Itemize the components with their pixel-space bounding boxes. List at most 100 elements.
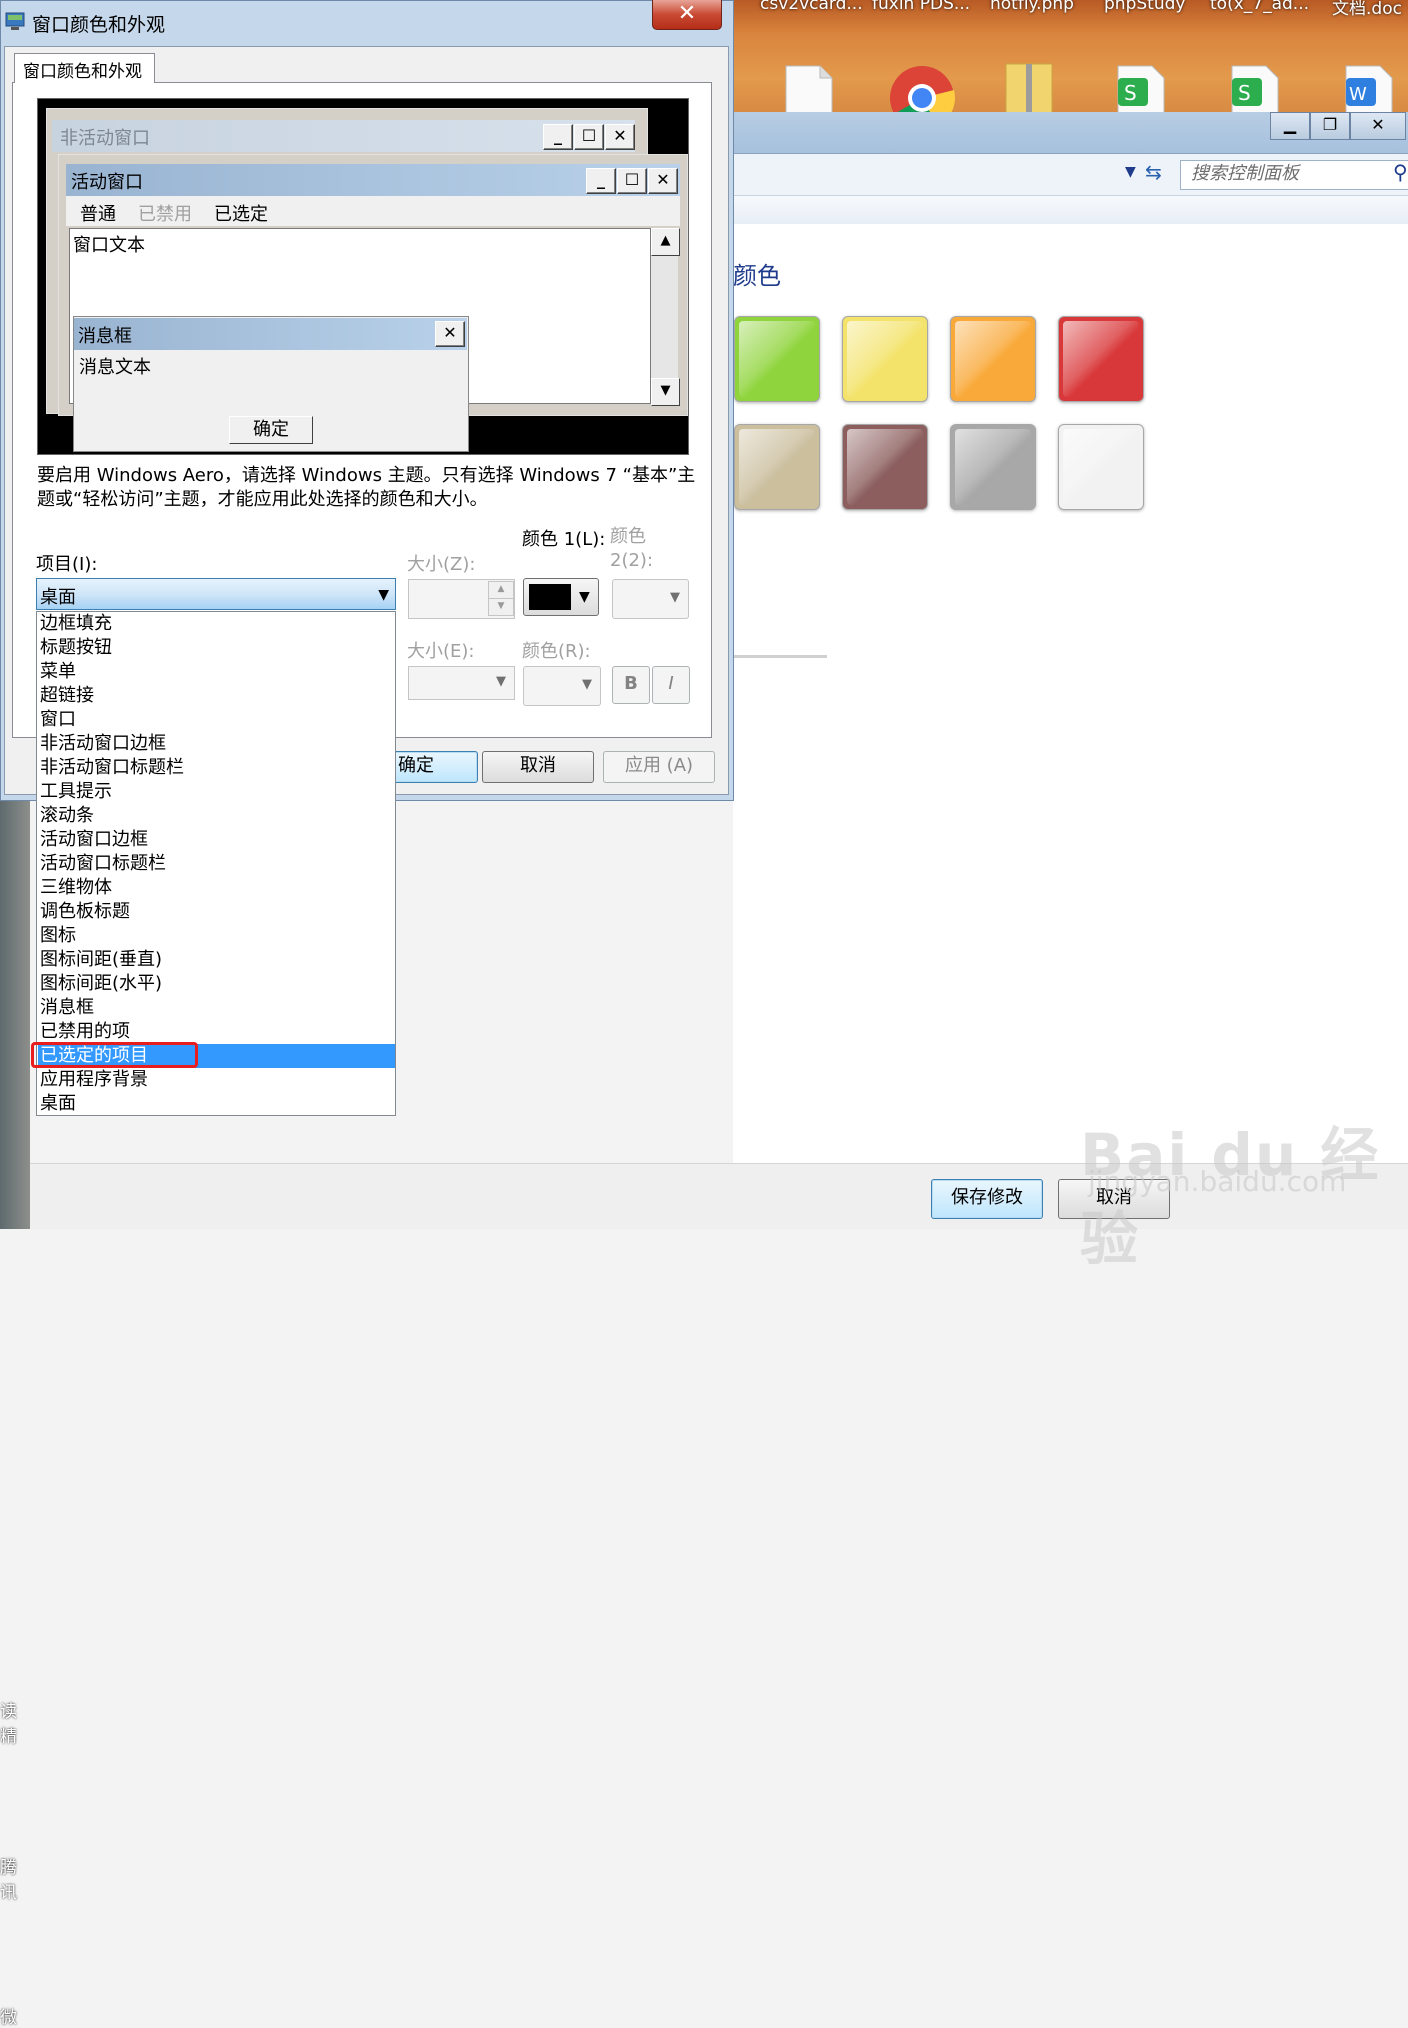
address-bar: ▼ ⇆ 搜索控制面板 ⚲ xyxy=(733,154,1408,196)
taskbar-item[interactable]: csv2vcard... xyxy=(760,0,863,14)
taskbar-item[interactable]: fuxin PDS... xyxy=(872,0,970,14)
taskbar-item[interactable]: 文档.doc xyxy=(1332,0,1402,19)
list-item[interactable]: 菜单 xyxy=(38,660,395,684)
minimize-icon: _ xyxy=(586,168,616,194)
spin-down-icon[interactable]: ▼ xyxy=(488,598,514,616)
desktop-icon-label[interactable]: 读精 xyxy=(0,1697,30,1747)
list-item[interactable]: 窗口 xyxy=(38,708,395,732)
preview-menubar[interactable]: 普通 已禁用 已选定 xyxy=(66,196,680,226)
size-spinner[interactable]: ▲ ▼ xyxy=(408,579,515,619)
list-item[interactable]: 图标间距(垂直) xyxy=(38,948,395,972)
desktop-icon-label[interactable]: 微 xyxy=(0,2003,17,2028)
maximize-icon: ☐ xyxy=(574,124,604,150)
baidu-watermark-url: jingyan.baidu.com xyxy=(1088,1165,1347,1198)
list-item[interactable]: 三维物体 xyxy=(38,876,395,900)
message-text: 消息文本 xyxy=(79,357,151,378)
list-item[interactable]: 应用程序背景 xyxy=(38,1068,395,1092)
minimize-button[interactable]: ▁ xyxy=(1270,112,1310,140)
color1-picker[interactable]: ▼ xyxy=(523,578,599,616)
close-icon: ✕ xyxy=(605,124,635,150)
minimize-icon: _ xyxy=(543,124,573,150)
inactive-window-title: 非活动窗口 xyxy=(60,128,150,149)
list-item[interactable]: 已禁用的项 xyxy=(38,1020,395,1044)
bold-button[interactable]: B xyxy=(612,666,650,704)
chevron-down-icon: ▼ xyxy=(582,677,592,692)
chevron-down-icon: ▼ xyxy=(579,589,590,605)
font-size-label: 大小(E): xyxy=(407,641,475,662)
annotation-highlight-box xyxy=(31,1042,198,1068)
refresh-icon[interactable]: ⇆ xyxy=(1145,160,1162,184)
font-color-picker[interactable]: ▼ xyxy=(523,666,601,706)
close-icon: ✕ xyxy=(648,168,678,194)
menu-normal[interactable]: 普通 xyxy=(80,200,116,226)
section-heading: 颜色 xyxy=(733,262,781,290)
font-size-dropdown[interactable]: ▼ xyxy=(408,666,515,700)
list-item[interactable]: 非活动窗口边框 xyxy=(38,732,395,756)
list-item[interactable]: 活动窗口标题栏 xyxy=(38,852,395,876)
list-item[interactable]: 图标间距(水平) xyxy=(38,972,395,996)
list-item[interactable]: 消息框 xyxy=(38,996,395,1020)
color-swatch[interactable] xyxy=(734,316,820,402)
save-changes-button[interactable]: 保存修改 xyxy=(931,1179,1043,1219)
preview-scrollbar[interactable]: ▲ ▼ xyxy=(651,228,680,406)
spin-up-icon[interactable]: ▲ xyxy=(488,581,514,599)
scroll-down-icon: ▼ xyxy=(651,378,680,406)
active-window-title: 活动窗口 xyxy=(71,172,143,193)
list-item[interactable]: 滚动条 xyxy=(38,804,395,828)
display-settings-icon xyxy=(4,10,26,32)
list-item[interactable]: 标题按钮 xyxy=(38,636,395,660)
maximize-icon: ☐ xyxy=(617,168,647,194)
color2-picker[interactable]: ▼ xyxy=(612,579,689,619)
svg-text:S: S xyxy=(1124,81,1137,105)
taskbar-item[interactable]: hotfly.php xyxy=(990,0,1074,14)
close-button[interactable]: ✕ xyxy=(652,0,722,30)
color-swatch[interactable] xyxy=(950,424,1036,510)
list-item[interactable]: 图标 xyxy=(38,924,395,948)
preview-message-titlebar[interactable]: 消息框 xyxy=(74,318,467,350)
menu-selected[interactable]: 已选定 xyxy=(214,200,268,226)
tab-window-color[interactable]: 窗口颜色和外观 xyxy=(14,53,155,83)
search-input[interactable]: 搜索控制面板 xyxy=(1180,160,1408,190)
chevron-down-icon[interactable]: ▼ xyxy=(1125,164,1136,180)
menu-disabled[interactable]: 已禁用 xyxy=(138,200,192,226)
apply-button[interactable]: 应用 (A) xyxy=(603,751,715,783)
ok-button[interactable]: 确定 xyxy=(391,751,478,783)
list-item[interactable]: 桌面 xyxy=(38,1092,395,1116)
color-swatch[interactable] xyxy=(842,316,928,402)
color-swatch[interactable] xyxy=(1058,316,1144,402)
cancel-button[interactable]: 取消 xyxy=(482,751,594,783)
list-item[interactable]: 超链接 xyxy=(38,684,395,708)
list-item[interactable]: 工具提示 xyxy=(38,780,395,804)
chevron-down-icon: ▼ xyxy=(670,590,680,605)
close-button[interactable]: ✕ xyxy=(1350,112,1406,140)
italic-button[interactable]: I xyxy=(652,666,690,704)
search-icon[interactable]: ⚲ xyxy=(1393,160,1408,184)
list-item[interactable]: 边框填充 xyxy=(38,612,395,636)
color-swatch[interactable] xyxy=(842,424,928,510)
maximize-button[interactable]: ❐ xyxy=(1310,112,1350,140)
control-panel-window xyxy=(733,112,1408,1229)
control-panel-titlebar: ▁ ❐ ✕ xyxy=(733,112,1408,154)
dialog-titlebar: 窗口颜色和外观 ✕ xyxy=(0,0,734,46)
list-item[interactable]: 非活动窗口标题栏 xyxy=(38,756,395,780)
taskbar-item[interactable]: to(x_7_ad... xyxy=(1210,0,1309,14)
svg-text:W: W xyxy=(1349,84,1367,105)
scroll-up-icon: ▲ xyxy=(651,228,680,256)
color1-swatch xyxy=(529,584,571,610)
item-selected-value: 桌面 xyxy=(40,587,76,608)
desktop-left-strip: 读精 腾讯 微 xyxy=(0,795,30,2028)
list-item[interactable]: 活动窗口边框 xyxy=(38,828,395,852)
item-dropdown[interactable]: 桌面 ▼ xyxy=(36,578,396,610)
toolbar-band xyxy=(733,196,1408,224)
preview-window-text: 窗口文本 xyxy=(73,235,145,256)
color-swatch[interactable] xyxy=(734,424,820,510)
color-swatch[interactable] xyxy=(950,316,1036,402)
color1-label: 颜色 1(L): xyxy=(522,529,606,550)
color-swatch[interactable] xyxy=(1058,424,1144,510)
list-item[interactable]: 调色板标题 xyxy=(38,900,395,924)
chevron-down-icon: ▼ xyxy=(378,587,389,603)
desktop-icon-label[interactable]: 腾讯 xyxy=(0,1853,30,1903)
item-dropdown-list[interactable]: 边框填充 标题按钮 菜单 超链接 窗口 非活动窗口边框 非活动窗口标题栏 工具提… xyxy=(36,611,396,1116)
taskbar-item[interactable]: phpStudy xyxy=(1104,0,1185,14)
aero-description: 要启用 Windows Aero，请选择 Windows 主题。只有选择 Win… xyxy=(37,465,696,510)
